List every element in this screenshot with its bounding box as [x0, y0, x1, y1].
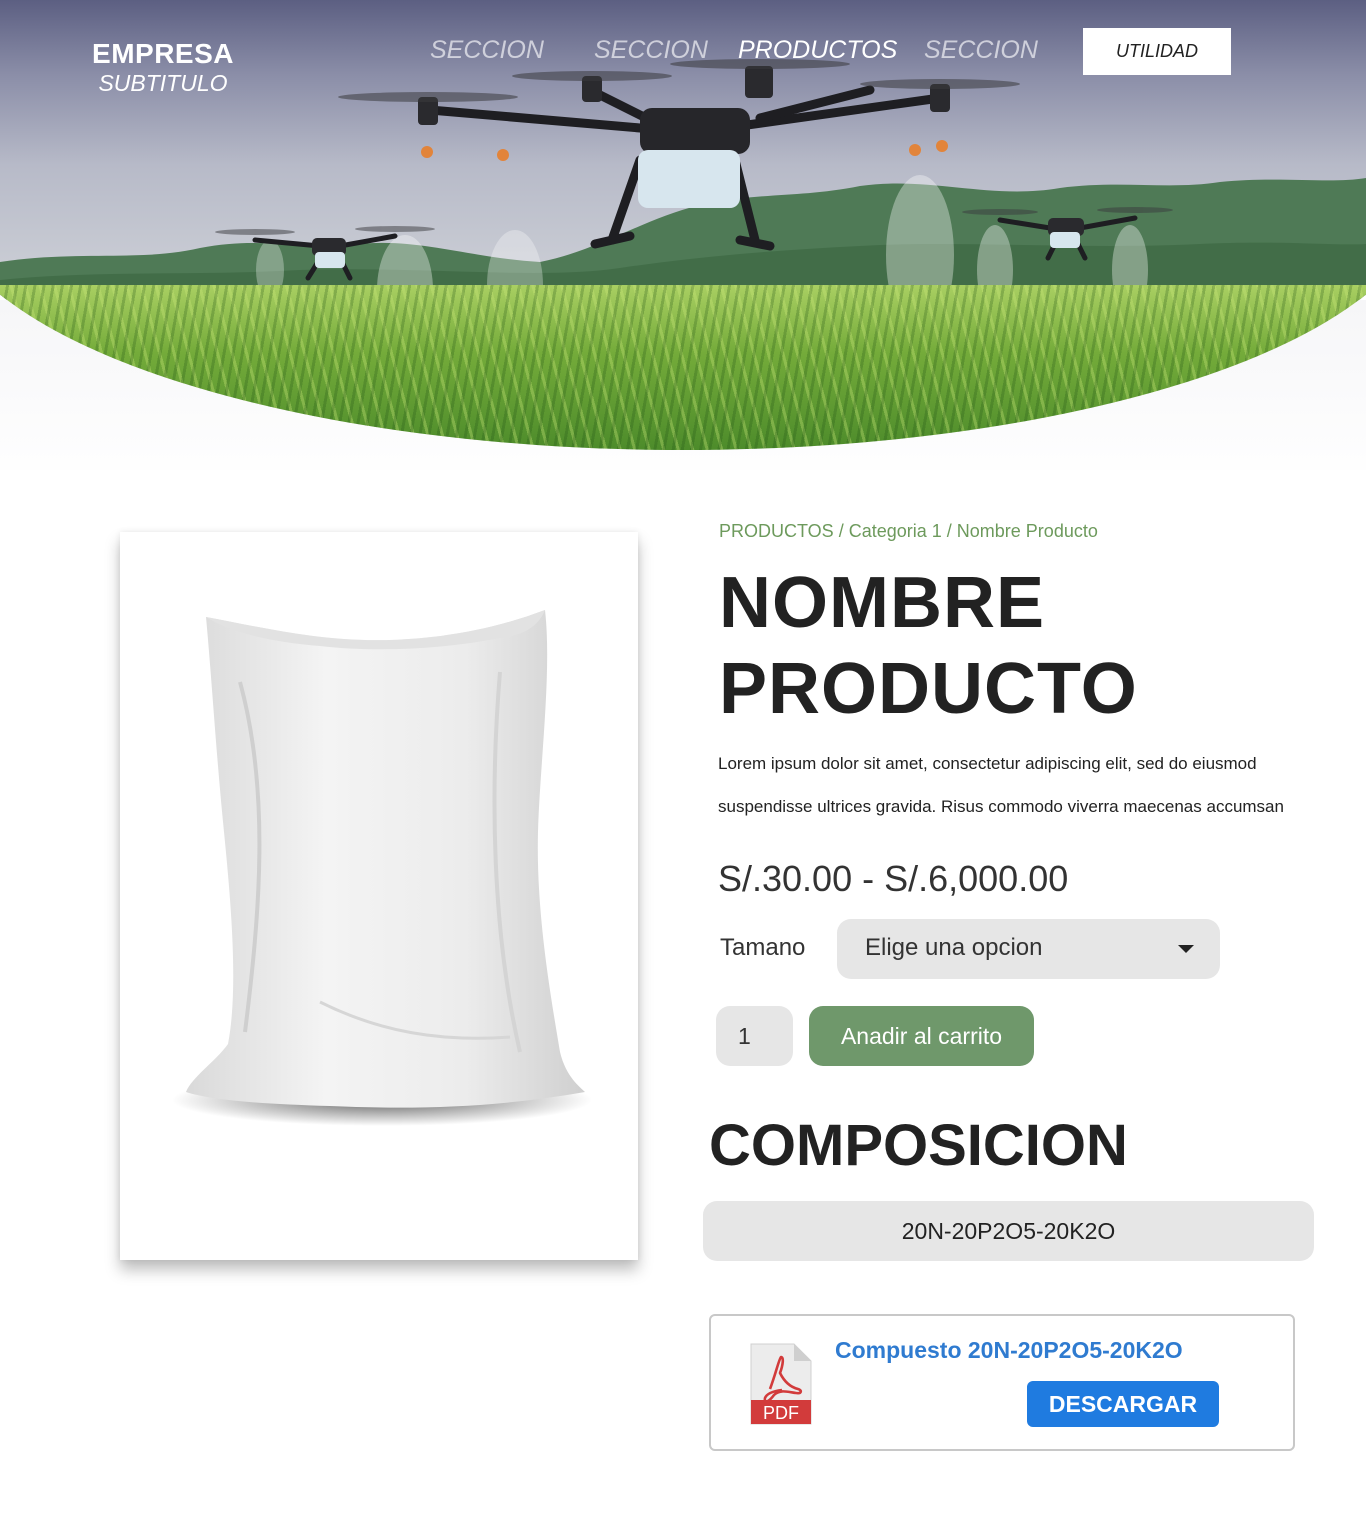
nav-link-productos[interactable]: PRODUCTOS — [738, 36, 897, 65]
size-select[interactable]: Elige una opcion — [837, 919, 1220, 979]
composition-title: COMPOSICION — [709, 1113, 1128, 1178]
brand-name: EMPRESA — [92, 38, 234, 69]
breadcrumb-current: Nombre Producto — [956, 521, 1098, 541]
download-card: PDF Compuesto 20N-20P2O5-20K2O DESCARGAR — [709, 1314, 1295, 1451]
breadcrumb-category[interactable]: Categoria 1 — [849, 521, 942, 541]
breadcrumb: PRODUCTOS / Categoria 1 / Nombre Product… — [719, 521, 1098, 542]
breadcrumb-root[interactable]: PRODUCTOS — [719, 521, 834, 541]
fertilizer-bag-image — [172, 610, 592, 1126]
composition-value: 20N-20P2O5-20K2O — [703, 1201, 1314, 1261]
download-button[interactable]: DESCARGAR — [1027, 1381, 1219, 1427]
nav-link-seccion-1[interactable]: SECCION — [430, 36, 544, 65]
add-to-cart-button[interactable]: Anadir al carrito — [809, 1006, 1034, 1066]
pdf-file-icon: PDF — [750, 1343, 812, 1425]
product-title: NOMBRE PRODUCTO — [719, 560, 1138, 732]
caret-down-icon — [1178, 945, 1194, 953]
product-title-line1: NOMBRE — [719, 563, 1045, 643]
brand-subtitle: SUBTITULO — [98, 70, 228, 96]
product-title-line2: PRODUCTO — [719, 649, 1138, 729]
pdf-icon-label: PDF — [763, 1403, 799, 1423]
breadcrumb-separator: / — [833, 521, 849, 541]
product-description-line1: Lorem ipsum dolor sit amet, consectetur … — [718, 754, 1257, 773]
product-price: S/.30.00 - S/.6,000.00 — [718, 858, 1069, 899]
product-image-card[interactable] — [120, 532, 638, 1260]
brand-logo[interactable]: EMPRESA SUBTITULO — [88, 38, 238, 97]
utility-button[interactable]: UTILIDAD — [1083, 28, 1231, 75]
download-file-name[interactable]: Compuesto 20N-20P2O5-20K2O — [835, 1337, 1183, 1364]
size-label: Tamano — [720, 934, 806, 961]
hero-field — [0, 285, 1366, 450]
nav-link-seccion-3[interactable]: SECCION — [924, 36, 1038, 65]
quantity-input[interactable] — [716, 1006, 793, 1066]
breadcrumb-separator: / — [941, 521, 957, 541]
nav-link-seccion-2[interactable]: SECCION — [594, 36, 708, 65]
product-description: Lorem ipsum dolor sit amet, consectetur … — [718, 742, 1338, 828]
size-select-value: Elige una opcion — [865, 934, 1043, 961]
product-description-line2: suspendisse ultrices gravida. Risus comm… — [718, 797, 1284, 816]
